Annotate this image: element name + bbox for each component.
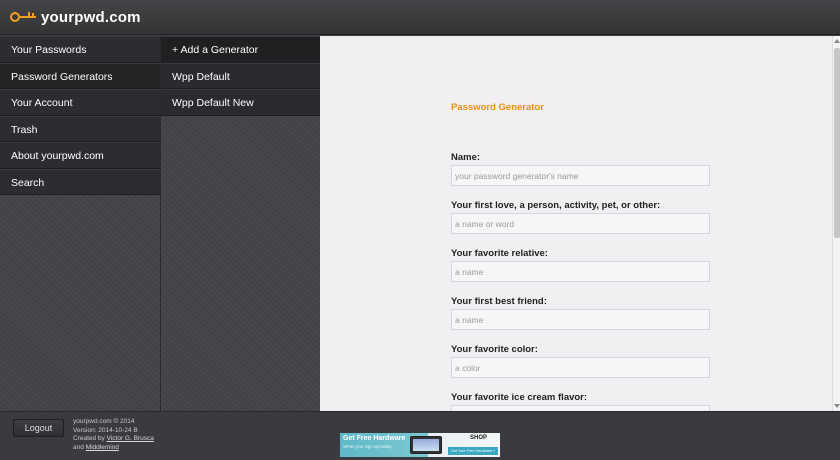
main-scrollbar[interactable] [832,36,840,411]
secondary-nav: + Add a Generator Wpp Default Wpp Defaul… [160,36,320,411]
tablet-icon [410,436,442,454]
scrollbar-thumb[interactable] [834,48,840,238]
field-name: Name: [451,152,711,186]
ad-title: Get Free Hardware [343,435,406,442]
favorite-color-input[interactable] [451,357,710,378]
nav-item-your-passwords[interactable]: Your Passwords [0,36,160,63]
generator-item-wpp-default-new[interactable]: Wpp Default New [161,89,320,116]
author-link-victor[interactable]: Victor G. Brusca [107,435,154,442]
ad-banner[interactable]: Get Free Hardware When you sign up today… [340,433,500,457]
author-link-middlemind[interactable]: Middlemind [86,444,119,451]
nav-item-search[interactable]: Search [0,168,160,195]
favorite-relative-input[interactable] [451,261,710,282]
copyright-text: yourpwd.com © 2014 [73,418,135,425]
version-text: Version: 2014-10-24 B [73,426,138,434]
nav-item-about[interactable]: About yourpwd.com [0,142,160,169]
field-label: Your first best friend: [451,296,547,307]
credits-line: Created by Victor G. Brusca [73,435,154,444]
first-love-input[interactable] [451,213,710,234]
field-ice-cream-flavor: Your favorite ice cream flavor: [451,392,711,411]
field-favorite-relative: Your favorite relative: [451,248,711,282]
first-best-friend-input[interactable] [451,309,710,330]
field-label: Your first love, a person, activity, pet… [451,200,661,211]
scroll-up-icon[interactable] [834,39,840,43]
form-title: Password Generator [451,102,544,113]
main-content: Password Generator Name: Your first love… [320,36,832,411]
footer: Logout yourpwd.com © 2014 Version: 2014-… [0,411,840,460]
key-icon [10,10,38,24]
ad-shop-label: SHOP [470,435,488,441]
footer-info: yourpwd.com © 2014 Version: 2014-10-24 B… [73,418,154,452]
field-label: Name: [451,152,481,163]
and-text: and [73,443,84,451]
ad-subtitle: When you sign up today. [343,444,393,449]
primary-nav: Your Passwords Password Generators Your … [0,36,160,411]
field-favorite-color: Your favorite color: [451,344,711,378]
field-label: Your favorite relative: [451,248,548,259]
nav-item-password-generators[interactable]: Password Generators [0,62,160,89]
generator-item-wpp-default[interactable]: Wpp Default [161,62,320,89]
logo[interactable]: yourpwd.com [10,7,141,27]
field-label: Your favorite ice cream flavor: [451,392,588,403]
add-generator-button[interactable]: + Add a Generator [161,36,320,63]
ad-cta-button[interactable]: Get Your Free Hardware » [448,447,498,455]
field-first-best-friend: Your first best friend: [451,296,711,330]
name-input[interactable] [451,165,710,186]
scroll-down-icon[interactable] [834,404,840,408]
created-by-text: Created by [73,435,105,442]
nav-item-trash[interactable]: Trash [0,115,160,142]
generator-form: Password Generator Name: Your first love… [451,102,711,411]
credits-line-2: and Middlemind [73,444,154,453]
field-label: Your favorite color: [451,344,538,355]
logo-text: yourpwd.com [41,8,141,26]
nav-item-your-account[interactable]: Your Account [0,89,160,116]
logout-button[interactable]: Logout [13,419,64,437]
top-bar: yourpwd.com [0,0,840,35]
field-first-love: Your first love, a person, activity, pet… [451,200,711,234]
